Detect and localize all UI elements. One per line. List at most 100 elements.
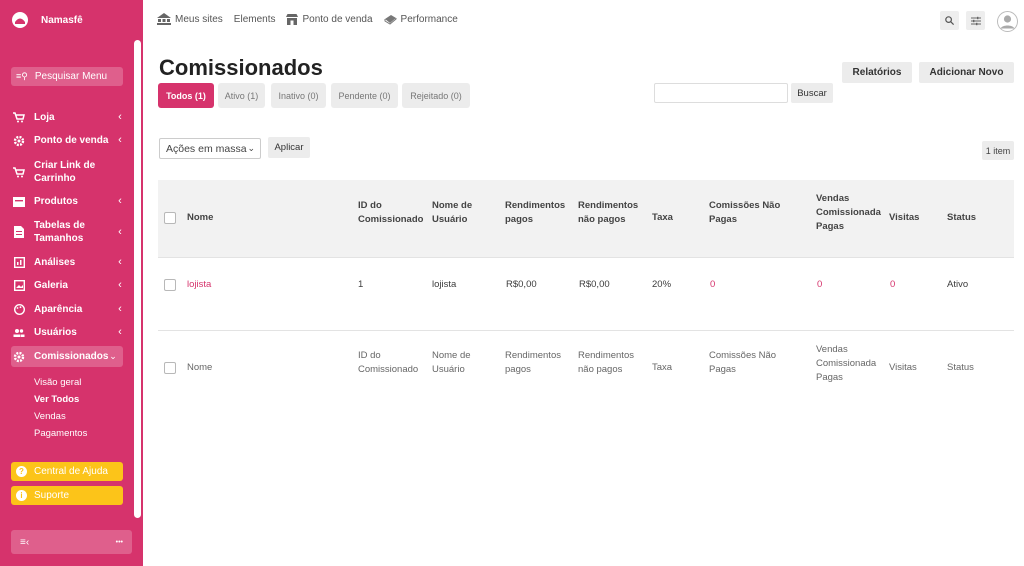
row-paid: R$0,00 [506,279,537,290]
header-comissoes-nao-pagas[interactable]: Comissões Não Pagas [709,199,780,227]
footer-rendimentos-nao-pagos[interactable]: Rendimentos não pagos [578,349,634,377]
footer-comissoes-nao-pagas[interactable]: Comissões Não Pagas [709,349,776,377]
sidebar-item-comissionados[interactable]: Comissionados ⌄ [11,346,123,367]
bulk-actions-select[interactable]: Ações em massa ⌄ [159,138,261,159]
sites-icon [157,13,171,25]
sidebar-item-label: Usuários [34,327,77,338]
header-status[interactable]: Status [947,211,976,225]
reports-button[interactable]: Relatórios [842,62,912,83]
brand-name: Namasfê [41,14,83,26]
topnav-label: Meus sites [175,13,223,25]
search-menu-button[interactable]: ≡⚲ Pesquisar Menu [11,67,123,86]
row-checkbox[interactable] [164,279,176,291]
avatar[interactable] [997,11,1018,32]
sidebar-item-label: Comissionados [34,351,109,362]
cart-icon [12,166,26,179]
header-id[interactable]: ID do Comissionado [358,199,423,227]
support-button[interactable]: i Suporte [11,486,123,505]
more-button[interactable]: ••• [116,539,123,546]
sidebar: Namasfê ≡⚲ Pesquisar Menu Loja ‹ Ponto d… [0,0,143,566]
footer-visitas[interactable]: Visitas [889,361,917,375]
apply-button[interactable]: Aplicar [268,137,310,158]
palette-icon [12,303,26,316]
chevron-left-icon: ‹ [118,256,122,268]
topnav-meus-sites[interactable]: Meus sites [157,13,223,25]
footer-usuario[interactable]: Nome de Usuário [432,349,471,377]
topnav-elements[interactable]: Elements [234,14,276,25]
topnav-performance[interactable]: Performance [384,14,458,25]
header-nome[interactable]: Nome [187,211,213,225]
search-icon: ≡⚲ [16,71,28,81]
item-count: 1 item [982,141,1014,160]
gear-icon [12,350,26,363]
sidebar-item-galeria[interactable]: Galeria ‹ [12,279,124,292]
tab-rejeitado[interactable]: Rejeitado (0) [402,83,470,108]
sidebar-item-criar-link[interactable]: Criar Link de Carrinho [12,159,124,185]
performance-icon [384,14,397,25]
row-paid-sales[interactable]: 0 [817,278,822,292]
sidebar-item-tabelas[interactable]: Tabelas de Tamanhos ‹ [12,219,124,245]
sidebar-item-loja[interactable]: Loja ‹ [12,111,124,124]
chevron-left-icon: ‹ [118,279,122,291]
row-visits[interactable]: 0 [890,278,895,292]
topnav-label: Elements [233,13,276,25]
footer-rendimentos-pagos[interactable]: Rendimentos pagos [505,349,561,377]
topnav-ponto-de-venda[interactable]: Ponto de venda [286,13,373,25]
select-all-checkbox[interactable] [164,212,176,224]
footer-id[interactable]: ID do Comissionado [358,349,418,377]
help-center-label: Central de Ajuda [34,466,108,477]
tab-pendente[interactable]: Pendente (0) [331,83,398,108]
sidebar-scrollbar[interactable] [134,40,141,518]
sidebar-item-label: Análises [34,257,76,268]
sidebar-item-produtos[interactable]: Produtos ‹ [12,195,124,208]
header-rendimentos-nao-pagos[interactable]: Rendimentos não pagos [578,199,638,227]
logo-icon [12,12,28,28]
select-all-checkbox-footer[interactable] [164,362,176,374]
sidebar-item-label: Loja [34,112,55,123]
footer-vendas-comissionada-pagas[interactable]: Vendas Comissionada Pagas [816,343,876,385]
search-button[interactable]: Buscar [791,83,833,103]
header-visitas[interactable]: Visitas [889,211,919,225]
cart-icon [12,111,26,124]
header-taxa[interactable]: Taxa [652,211,673,225]
sidebar-footer: ≡‹ ••• [11,530,132,554]
brand[interactable]: Namasfê [11,11,83,29]
row-divider [158,257,1014,258]
row-unpaid: R$0,00 [579,279,610,290]
add-new-button[interactable]: Adicionar Novo [919,62,1014,83]
collapse-menu-icon[interactable]: ≡‹ [20,537,29,548]
sidebar-item-ponto-de-venda[interactable]: Ponto de venda ‹ [12,134,124,147]
row-unpaid-commissions[interactable]: 0 [710,278,715,292]
footer-status[interactable]: Status [947,361,974,375]
row-name-link[interactable]: lojista [187,278,211,292]
sidebar-item-label: Criar Link de Carrinho [34,160,96,184]
chevron-left-icon: ‹ [118,303,122,315]
bulk-actions-value: Ações em massa [166,142,247,155]
gear-icon [12,134,26,147]
help-center-button[interactable]: ? Central de Ajuda [11,462,123,481]
row-status: Ativo [947,279,969,290]
row-id: 1 [358,279,364,290]
footer-taxa[interactable]: Taxa [652,361,672,375]
tab-todos[interactable]: Todos (1) [158,83,214,108]
tab-ativo[interactable]: Ativo (1) [218,83,265,108]
search-input[interactable] [654,83,788,103]
header-usuario[interactable]: Nome de Usuário [432,199,472,227]
analytics-icon [12,256,26,269]
subnav-visao-geral[interactable]: Visão geral [34,377,81,389]
tab-inativo[interactable]: Inativo (0) [271,83,326,108]
sidebar-item-analises[interactable]: Análises ‹ [12,256,124,269]
sidebar-item-aparencia[interactable]: Aparência ‹ [12,303,124,316]
subnav-vendas[interactable]: Vendas [34,411,66,423]
header-vendas-comissionada-pagas[interactable]: Vendas Comissionada Pagas [816,192,881,234]
support-label: Suporte [34,490,70,501]
settings-sliders-icon[interactable] [966,11,985,30]
subnav-pagamentos[interactable]: Pagamentos [34,428,87,440]
row-user: lojista [432,279,457,290]
sidebar-item-usuarios[interactable]: Usuários ‹ [12,326,124,339]
subnav-ver-todos[interactable]: Ver Todos [34,394,79,406]
footer-nome[interactable]: Nome [187,361,212,375]
gallery-icon [12,279,26,292]
search-icon[interactable] [940,11,959,30]
header-rendimentos-pagos[interactable]: Rendimentos pagos [505,199,565,227]
